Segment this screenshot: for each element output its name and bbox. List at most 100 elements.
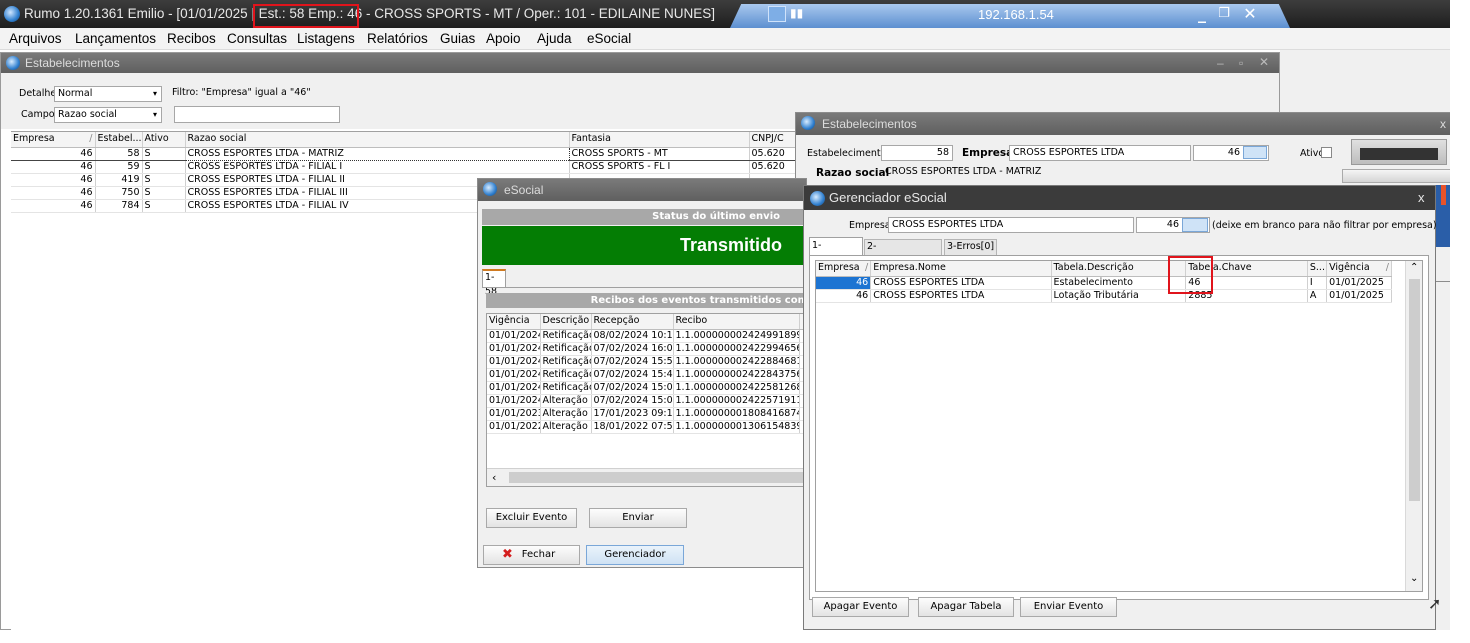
- tab-erros[interactable]: 3-Erros[0]: [944, 239, 997, 255]
- restore-icon[interactable]: ❐: [1214, 6, 1234, 21]
- campo-label: Campo: [21, 109, 55, 120]
- col-s[interactable]: S...: [1307, 261, 1328, 277]
- menu-consultas[interactable]: Consultas: [227, 31, 287, 46]
- vertical-scrollbar[interactable]: ⌃ ⌄: [1405, 261, 1422, 591]
- menu-recibos[interactable]: Recibos: [167, 31, 216, 46]
- estabelecimentos-list-titlebar: Estabelecimentos – ▫ ✕: [1, 53, 1279, 73]
- table-row[interactable]: 01/01/2024 Retificação 07/02/2024 15:52 1.1…: [487, 355, 806, 369]
- panel-decoration: [1342, 169, 1454, 183]
- scroll-down-icon[interactable]: ⌄: [1410, 573, 1418, 584]
- minimize-icon[interactable]: _: [1192, 4, 1212, 23]
- table-row[interactable]: 01/01/2024 Retificação 07/02/2024 15:46 1.1…: [487, 368, 806, 382]
- close-icon[interactable]: ✕: [1259, 55, 1269, 69]
- maximize-icon[interactable]: ▫: [1239, 56, 1243, 70]
- table-row[interactable]: 01/01/2023 Alteração 17/01/2023 09:18 1.1.0…: [487, 407, 806, 421]
- printer-icon[interactable]: [1351, 139, 1447, 165]
- table-row[interactable]: 01/01/2024 Alteração 07/02/2024 15:06 1.1.0…: [487, 394, 806, 408]
- table-row[interactable]: 01/01/2022 Alteração 18/01/2022 07:56 1.1.0…: [487, 420, 806, 434]
- estabelecimentos-detail-titlebar: Estabelecimentos x: [796, 113, 1455, 135]
- ativo-checkbox[interactable]: [1321, 147, 1332, 158]
- window-title: Estabelecimentos: [25, 56, 120, 70]
- lookup-icon[interactable]: [1182, 218, 1208, 232]
- col-ativo[interactable]: Ativo: [142, 132, 186, 148]
- status-banner: Transmitido: [482, 226, 806, 265]
- col-empresa[interactable]: Empresa /: [11, 132, 96, 148]
- campo-search-input[interactable]: [174, 106, 340, 123]
- tab-1-58[interactable]: 1-58: [482, 269, 506, 297]
- minimize-icon[interactable]: –: [1217, 56, 1224, 70]
- menu-ajuda[interactable]: Ajuda: [537, 31, 572, 46]
- col-empresa[interactable]: Empresa /: [816, 261, 872, 277]
- col-fantasia[interactable]: Fantasia: [569, 132, 750, 148]
- gerenciador-titlebar: Gerenciador eSocial x: [804, 186, 1435, 210]
- campo-value: Razao social: [58, 109, 117, 120]
- gerenciador-esocial-button[interactable]: Gerenciador eSocial: [586, 545, 684, 565]
- col-empresa-nome[interactable]: Empresa.Nome: [870, 261, 1052, 277]
- col-recepcao[interactable]: Recepção: [591, 314, 674, 330]
- empresa-label: Empresa: [849, 220, 891, 231]
- chevron-down-icon: ▾: [152, 110, 157, 119]
- table-row[interactable]: 46 CROSS ESPORTES LTDA Estabelecimento 46 I 0…: [816, 276, 1392, 290]
- menu-arquivos[interactable]: Arquivos: [9, 31, 62, 46]
- app-title: Rumo 1.20.1361 Emilio - [01/01/2025 | Es…: [24, 6, 716, 21]
- horizontal-scrollbar[interactable]: ‹: [487, 468, 806, 486]
- eventos-grid: Empresa / Empresa.Nome Tabela.Descrição T…: [815, 260, 1423, 592]
- close-x-icon: ✖: [502, 547, 513, 562]
- col-vigencia[interactable]: Vigência /: [1326, 261, 1392, 277]
- window-title: Estabelecimentos: [822, 117, 917, 131]
- window-title: Gerenciador eSocial: [829, 190, 947, 205]
- scroll-left-icon[interactable]: ‹: [492, 471, 496, 484]
- table-row[interactable]: 01/01/2024 Retificação 07/02/2024 15:08 1.1…: [487, 381, 806, 395]
- enviar-button[interactable]: Enviar: [589, 508, 687, 528]
- esocial-window: eSocial Status do último envio Transmiti…: [477, 178, 807, 568]
- app-title-bar: Rumo 1.20.1361 Emilio - [01/01/2025 | Es…: [0, 0, 1456, 28]
- col-vigencia[interactable]: Vigência: [487, 314, 541, 330]
- col-razao[interactable]: Razao social: [185, 132, 570, 148]
- scroll-thumb[interactable]: [1409, 279, 1420, 501]
- table-row[interactable]: 01/01/2024 Retificação 08/02/2024 10:14 1.1…: [487, 329, 806, 343]
- highlight-est-emp: [253, 4, 359, 28]
- window-logo-icon: [6, 56, 20, 70]
- detalhe-value: Normal: [58, 88, 93, 99]
- highlight-tabela-chave: [1168, 256, 1213, 294]
- estabelecimento-label: Estabelecimento: [807, 148, 887, 159]
- menu-lancamentos[interactable]: Lançamentos: [75, 31, 156, 46]
- window-shadow: [1450, 0, 1470, 643]
- enviar-evento-button[interactable]: Enviar Evento: [1020, 597, 1117, 617]
- tab-enviar[interactable]: 1-Enviar[2]: [809, 237, 863, 267]
- mouse-cursor-icon: ➚: [1428, 594, 1442, 613]
- table-row[interactable]: 01/01/2024 Retificação 07/02/2024 16:08 1.1…: [487, 342, 806, 356]
- side-panel-edge: [1436, 185, 1450, 247]
- table-row[interactable]: 46 59 S CROSS ESPORTES LTDA - FILIAL I CROSS…: [11, 160, 812, 174]
- close-icon[interactable]: x: [1418, 190, 1425, 205]
- connection-icon[interactable]: [768, 6, 786, 22]
- menu-listagens[interactable]: Listagens: [297, 31, 355, 46]
- detalhe-select[interactable]: Normal ▾: [54, 86, 162, 102]
- scroll-thumb[interactable]: [509, 472, 806, 483]
- menu-apoio[interactable]: Apoio: [486, 31, 521, 46]
- col-tabela-descricao[interactable]: Tabela.Descrição: [1051, 261, 1187, 277]
- fechar-button[interactable]: ✖ Fechar: [483, 545, 580, 565]
- window-title: eSocial: [504, 183, 544, 197]
- apagar-evento-button[interactable]: Apagar Evento: [812, 597, 909, 617]
- scroll-up-icon[interactable]: ⌃: [1410, 262, 1418, 273]
- lookup-icon[interactable]: [1243, 146, 1267, 159]
- close-icon[interactable]: x: [1440, 117, 1446, 131]
- col-descricao[interactable]: Descrição: [540, 314, 592, 330]
- excluir-evento-button[interactable]: Excluir Evento: [486, 508, 577, 528]
- tab-divider: [482, 287, 806, 288]
- status-header: Status do último envio: [482, 209, 806, 225]
- menu-esocial[interactable]: eSocial: [587, 31, 631, 46]
- campo-select[interactable]: Razao social ▾: [54, 107, 162, 123]
- menu-relatorios[interactable]: Relatórios: [367, 31, 428, 46]
- col-recibo[interactable]: Recibo: [673, 314, 800, 330]
- tab-aguardando[interactable]: 2-Aguardando[0]: [864, 239, 942, 266]
- window-logo-icon: [810, 191, 825, 206]
- close-icon[interactable]: ✕: [1240, 4, 1260, 23]
- apagar-tabela-button[interactable]: Apagar Tabela: [918, 597, 1014, 617]
- estabelecimento-input[interactable]: 58: [881, 145, 953, 161]
- col-estabel[interactable]: Estabel...: [95, 132, 143, 148]
- table-row[interactable]: 46 58 S CROSS ESPORTES LTDA - MATRIZ CROSS S…: [11, 146, 812, 161]
- menu-guias[interactable]: Guias: [440, 31, 475, 46]
- table-row[interactable]: 46 CROSS ESPORTES LTDA Lotação Tributária 2…: [816, 289, 1392, 303]
